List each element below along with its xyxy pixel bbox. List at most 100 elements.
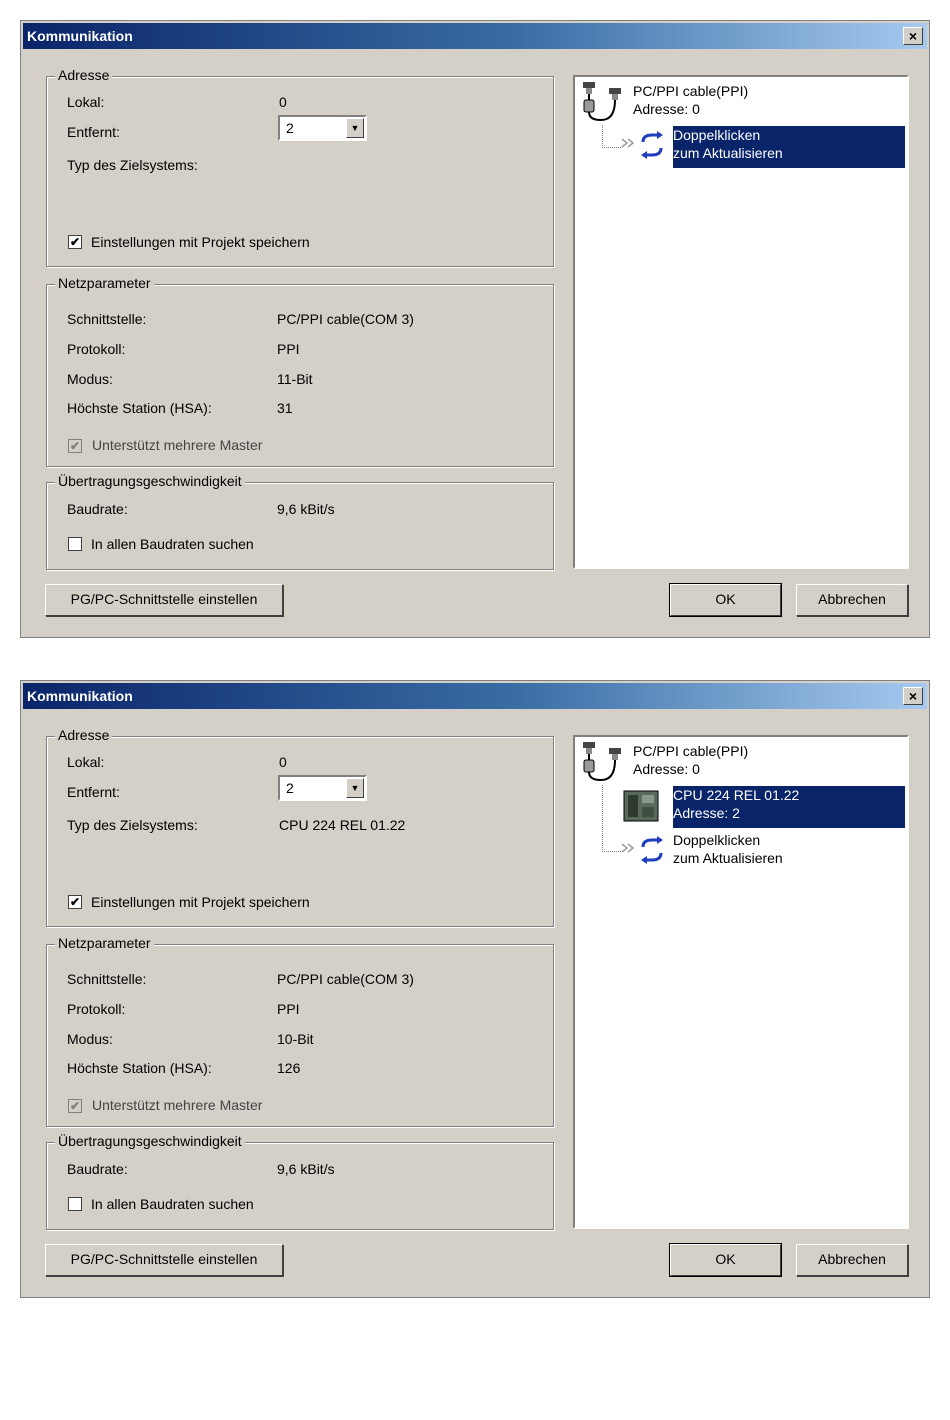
interface-label: Schnittstelle: <box>67 971 147 987</box>
baudrate-value: 9,6 kBit/s <box>277 1161 335 1177</box>
remote-address-combo[interactable]: 2 ▼ <box>278 775 367 801</box>
checkmark-icon: ✔ <box>69 439 81 453</box>
tree-node-cable[interactable]: PC/PPI cable(PPI) Adresse: 0 <box>575 740 907 784</box>
save-settings-checkbox[interactable]: ✔ <box>68 235 82 249</box>
dropdown-button[interactable]: ▼ <box>346 778 364 798</box>
cable-node-label[interactable]: PC/PPI cable(PPI) Adresse: 0 <box>633 82 905 124</box>
refresh-node-hint: zum Aktualisieren <box>673 145 783 161</box>
communication-dialog-2: Kommunikation × Adresse Lokal: 0 Entfern… <box>20 680 930 1298</box>
title-bar[interactable]: Kommunikation × <box>23 683 927 709</box>
mode-label: Modus: <box>67 371 113 387</box>
cable-node-name: PC/PPI cable(PPI) <box>633 83 749 99</box>
local-value: 0 <box>279 754 287 770</box>
network-tree[interactable]: PC/PPI cable(PPI) Adresse: 0 CPU 224 REL… <box>573 735 909 1229</box>
communication-dialog-1: Kommunikation × Adresse Lokal: 0 Entfern… <box>20 20 930 638</box>
tree-node-cpu[interactable]: CPU 224 REL 01.22 Adresse: 2 <box>575 784 907 828</box>
cpu-node-name: CPU 224 REL 01.22 <box>673 787 800 803</box>
title-bar[interactable]: Kommunikation × <box>23 23 927 49</box>
search-all-baudrates-label[interactable]: In allen Baudraten suchen <box>91 536 254 552</box>
hsa-value: 126 <box>277 1060 301 1076</box>
save-settings-checkbox[interactable]: ✔ <box>68 895 82 909</box>
save-settings-label[interactable]: Einstellungen mit Projekt speichern <box>91 894 310 910</box>
cancel-button[interactable]: Abbrechen <box>796 584 908 616</box>
checkmark-icon: ✔ <box>69 235 81 249</box>
multi-master-label: Unterstützt mehrere Master <box>92 1097 263 1113</box>
pgpc-interface-button[interactable]: PG/PC-Schnittstelle einstellen <box>45 584 283 616</box>
network-params-group: Netzparameter Schnittstelle: PC/PPI cabl… <box>46 935 554 1127</box>
multi-master-label: Unterstützt mehrere Master <box>92 437 263 453</box>
multi-master-checkbox: ✔ <box>68 439 82 453</box>
cable-node-label[interactable]: PC/PPI cable(PPI) Adresse: 0 <box>633 742 905 784</box>
mode-label: Modus: <box>67 1031 113 1047</box>
address-group: Adresse Lokal: 0 Entfernt: 2 ▼ Typ des Z… <box>46 67 554 267</box>
refresh-node-name: Doppelklicken <box>673 832 761 848</box>
network-legend: Netzparameter <box>55 275 154 291</box>
chevron-down-icon: ▼ <box>350 783 360 793</box>
remote-label: Entfernt: <box>67 124 120 140</box>
baudrate-label: Baudrate: <box>67 501 128 517</box>
double-arrow-icon <box>621 138 635 148</box>
target-type-value: CPU 224 REL 01.22 <box>279 817 406 833</box>
network-params-group: Netzparameter Schnittstelle: PC/PPI cabl… <box>46 275 554 467</box>
checkmark-icon: ✔ <box>69 895 81 909</box>
cpu-node-address: Adresse: 2 <box>673 805 740 821</box>
cable-node-name: PC/PPI cable(PPI) <box>633 743 749 759</box>
cpu-node-label[interactable]: CPU 224 REL 01.22 Adresse: 2 <box>673 786 905 828</box>
baudrate-value: 9,6 kBit/s <box>277 501 335 517</box>
address-legend: Adresse <box>55 67 113 83</box>
double-arrow-icon <box>621 843 635 853</box>
refresh-node-label[interactable]: Doppelklicken zum Aktualisieren <box>673 831 905 873</box>
tree-node-refresh[interactable]: Doppelklicken zum Aktualisieren <box>575 124 907 168</box>
protocol-value: PPI <box>277 341 300 357</box>
local-label: Lokal: <box>67 94 105 110</box>
ok-button[interactable]: OK <box>669 583 782 617</box>
transfer-speed-group: Übertragungsgeschwindigkeit Baudrate: 9,… <box>46 1133 554 1230</box>
cable-node-address: Adresse: 0 <box>633 761 700 777</box>
target-type-label: Typ des Zielsystems: <box>67 817 198 833</box>
close-button[interactable]: × <box>903 687 923 705</box>
tree-node-refresh[interactable]: Doppelklicken zum Aktualisieren <box>575 829 907 873</box>
protocol-label: Protokoll: <box>67 1001 126 1017</box>
hsa-label: Höchste Station (HSA): <box>67 1060 212 1076</box>
cancel-button[interactable]: Abbrechen <box>796 1244 908 1276</box>
protocol-label: Protokoll: <box>67 341 126 357</box>
cable-node-address: Adresse: 0 <box>633 101 700 117</box>
remote-address-value: 2 <box>286 120 294 136</box>
address-group: Adresse Lokal: 0 Entfernt: 2 ▼ Typ des Z… <box>46 727 554 927</box>
mode-value: 11-Bit <box>277 371 313 387</box>
search-all-baudrates-label[interactable]: In allen Baudraten suchen <box>91 1196 254 1212</box>
interface-value: PC/PPI cable(COM 3) <box>277 971 414 987</box>
save-settings-label[interactable]: Einstellungen mit Projekt speichern <box>91 234 310 250</box>
dialog-title: Kommunikation <box>27 688 133 704</box>
dialog-title: Kommunikation <box>27 28 133 44</box>
dropdown-button[interactable]: ▼ <box>346 118 364 138</box>
search-all-baudrates-checkbox[interactable] <box>68 1197 82 1211</box>
interface-label: Schnittstelle: <box>67 311 147 327</box>
close-icon: × <box>908 688 918 704</box>
close-button[interactable]: × <box>903 27 923 45</box>
transfer-legend: Übertragungsgeschwindigkeit <box>55 473 245 489</box>
baudrate-label: Baudrate: <box>67 1161 128 1177</box>
network-tree[interactable]: PC/PPI cable(PPI) Adresse: 0 Doppelklick… <box>573 75 909 569</box>
refresh-node-hint: zum Aktualisieren <box>673 850 783 866</box>
refresh-node-label[interactable]: Doppelklicken zum Aktualisieren <box>673 126 905 168</box>
hsa-value: 31 <box>277 400 293 416</box>
refresh-icon <box>641 131 663 159</box>
cpu-module-icon <box>623 790 659 822</box>
refresh-icon <box>641 836 663 864</box>
address-legend: Adresse <box>55 727 113 743</box>
target-type-label: Typ des Zielsystems: <box>67 157 198 173</box>
remote-label: Entfernt: <box>67 784 120 800</box>
checkmark-icon: ✔ <box>69 1099 81 1113</box>
remote-address-combo[interactable]: 2 ▼ <box>278 115 367 141</box>
search-all-baudrates-checkbox[interactable] <box>68 537 82 551</box>
pgpc-interface-button[interactable]: PG/PC-Schnittstelle einstellen <box>45 1244 283 1276</box>
multi-master-checkbox: ✔ <box>68 1099 82 1113</box>
chevron-down-icon: ▼ <box>350 123 360 133</box>
ok-button[interactable]: OK <box>669 1243 782 1277</box>
transfer-legend: Übertragungsgeschwindigkeit <box>55 1133 245 1149</box>
local-label: Lokal: <box>67 754 105 770</box>
tree-node-cable[interactable]: PC/PPI cable(PPI) Adresse: 0 <box>575 80 907 124</box>
close-icon: × <box>908 28 918 44</box>
protocol-value: PPI <box>277 1001 300 1017</box>
